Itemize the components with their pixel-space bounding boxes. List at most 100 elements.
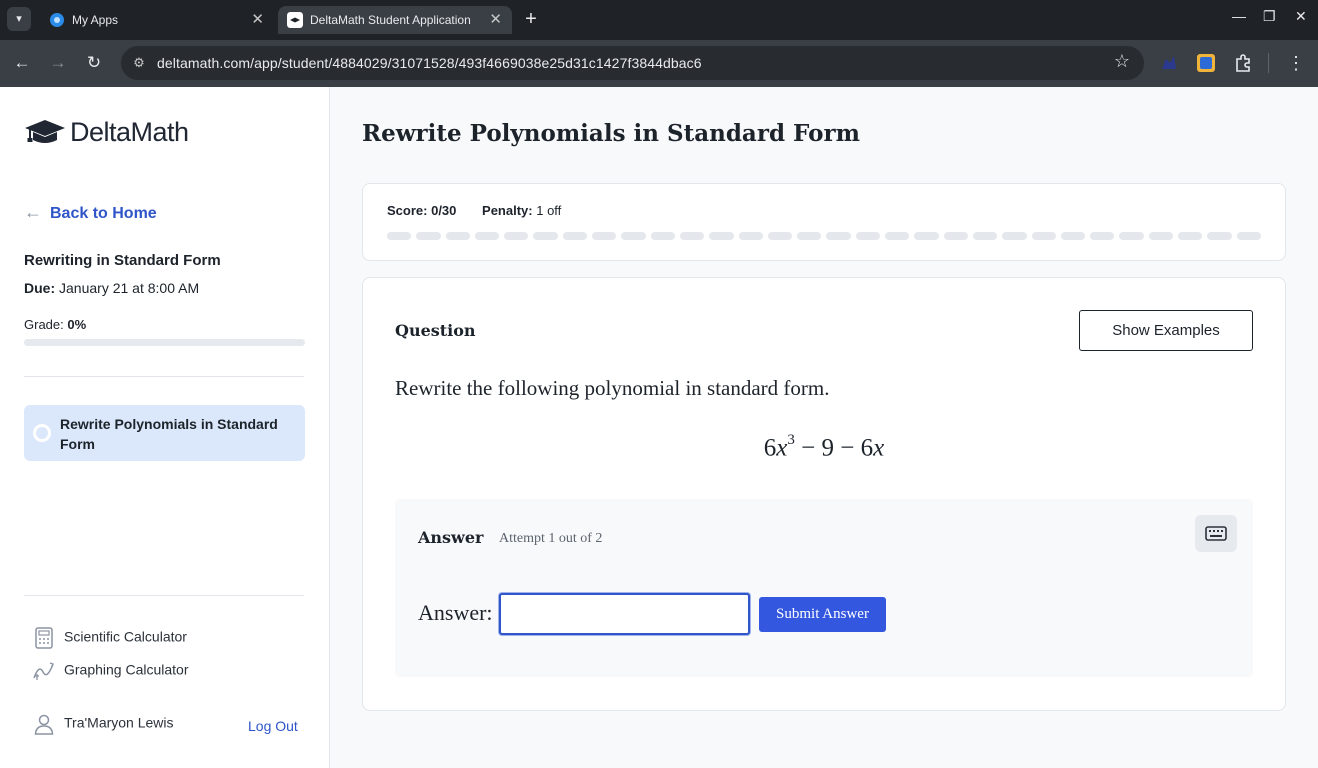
forward-icon[interactable]: →	[46, 51, 70, 75]
back-to-home-label: Back to Home	[50, 205, 157, 222]
penalty-value: 1 off	[536, 203, 562, 218]
score-segment	[474, 232, 500, 240]
back-to-home-link[interactable]: ← Back to Home	[24, 202, 157, 223]
restore-icon[interactable]: ❐	[1263, 8, 1276, 25]
sidebar-divider	[24, 376, 304, 377]
score-segment	[709, 232, 734, 240]
math-keyboard-button[interactable]	[1195, 515, 1237, 552]
deltamath-favicon	[287, 12, 303, 28]
score-segment	[1119, 232, 1144, 240]
logo-text: DeltaMath	[70, 117, 189, 147]
back-icon[interactable]: ←	[10, 51, 34, 75]
extension-profile-icon[interactable]	[1195, 52, 1217, 74]
score-segment	[592, 232, 617, 240]
submit-answer-button[interactable]: Submit Answer	[759, 597, 886, 632]
graduation-cap-icon	[25, 120, 65, 143]
score-progress-segments	[387, 232, 1261, 240]
toolbar-divider	[1268, 53, 1269, 73]
sidebar-item-rewrite-polynomials[interactable]: Rewrite Polynomials in Standard Form	[24, 405, 305, 461]
tab-title: My Apps	[72, 13, 119, 27]
new-tab-button[interactable]: +	[519, 7, 543, 31]
score-segment	[416, 232, 441, 240]
score-segment	[826, 232, 851, 240]
grade-value: 0%	[67, 317, 87, 332]
score-segment	[1002, 232, 1027, 240]
assignment-due-date: Due: January 21 at 8:00 AM	[24, 280, 199, 296]
due-value: January 21 at 8:00 AM	[59, 280, 200, 296]
score-segment	[738, 232, 763, 240]
answer-label: Answer:	[418, 600, 493, 625]
score-segment	[1178, 232, 1203, 240]
answer-heading: Answer	[418, 528, 484, 547]
close-icon[interactable]: ✕	[251, 10, 264, 28]
question-card: Question Show Examples Rewrite the follo…	[362, 277, 1286, 711]
due-label: Due:	[24, 280, 56, 296]
tab-deltamath[interactable]: DeltaMath Student Application ✕	[278, 6, 512, 34]
url-text[interactable]: deltamath.com/app/student/4884029/310715…	[157, 55, 702, 71]
question-prompt: Rewrite the following polynomial in stan…	[395, 376, 830, 400]
close-icon[interactable]: ✕	[489, 10, 502, 28]
attempt-counter: Attempt 1 out of 2	[499, 531, 603, 546]
math-variable: x	[873, 434, 885, 462]
browser-toolbar: ← → ↻ ⚙ deltamath.com/app/student/488402…	[0, 40, 1318, 87]
sidebar-divider	[24, 595, 304, 596]
score-label: Score:	[387, 203, 428, 218]
score-value: 0/30	[431, 203, 457, 218]
keyboard-icon	[1205, 526, 1227, 541]
score-segment	[621, 232, 646, 240]
minimize-icon[interactable]: —	[1232, 8, 1246, 24]
answer-input[interactable]	[499, 593, 750, 635]
address-bar[interactable]: ⚙ deltamath.com/app/student/4884029/3107…	[121, 46, 1144, 80]
grade-label: Grade:	[24, 317, 64, 332]
bookmark-star-icon[interactable]: ☆	[1114, 51, 1130, 72]
main-content: Rewrite Polynomials in Standard Form Sco…	[331, 87, 1318, 768]
progress-ring-icon	[33, 424, 51, 442]
score-segment	[885, 232, 910, 240]
score-segment	[650, 232, 675, 240]
calculator-icon	[35, 627, 53, 649]
browser-tab-bar: ▾ My Apps ✕ DeltaMath Student Applicatio…	[0, 0, 1318, 40]
score-segment	[1090, 232, 1115, 240]
score-segment	[387, 232, 412, 240]
tab-my-apps[interactable]: My Apps ✕	[40, 6, 274, 34]
score-segment	[767, 232, 793, 240]
tab-title: DeltaMath Student Application	[310, 13, 471, 27]
page-title: Rewrite Polynomials in Standard Form	[362, 120, 860, 147]
log-out-link[interactable]: Log Out	[248, 718, 298, 734]
math-variable: x	[776, 434, 788, 462]
scientific-calculator-label: Scientific Calculator	[64, 628, 187, 645]
score-summary: Score: 0/30 Penalty: 1 off	[387, 203, 561, 218]
browser-menu-icon[interactable]: ⋮	[1287, 51, 1305, 75]
graphing-calculator-link[interactable]: Graphing Calculator	[32, 660, 189, 682]
grade-text: Grade: 0%	[24, 317, 86, 332]
user-profile: Tra'Maryon Lewis	[32, 712, 174, 736]
tab-search-button[interactable]: ▾	[7, 7, 31, 31]
user-icon	[34, 714, 54, 735]
extension-puzzle-animal-icon[interactable]	[1158, 52, 1180, 74]
site-info-icon[interactable]: ⚙	[129, 53, 149, 73]
answer-panel: Answer Attempt 1 out of 2 Answer: Submit…	[395, 499, 1253, 677]
score-segment	[679, 232, 705, 240]
score-segment	[914, 232, 939, 240]
sidebar-item-label: Rewrite Polynomials in Standard Form	[60, 416, 278, 452]
arrow-left-icon: ←	[24, 202, 42, 222]
assignment-title: Rewriting in Standard Form	[24, 252, 221, 269]
score-segment	[533, 232, 558, 240]
penalty-label: Penalty:	[482, 203, 533, 218]
reload-icon[interactable]: ↻	[82, 51, 106, 75]
sidebar: DeltaMath ← Back to Home Rewriting in Sta…	[0, 87, 330, 768]
polynomial-expression: 6x3 − 9 − 6x	[363, 432, 1285, 462]
score-segment	[562, 232, 588, 240]
grade-progress-bar	[24, 339, 305, 346]
score-segment	[445, 232, 470, 240]
question-heading: Question	[395, 321, 476, 340]
window-close-icon[interactable]: ✕	[1295, 8, 1307, 25]
score-segment	[1236, 232, 1261, 240]
math-terms: − 9 − 6	[794, 434, 874, 462]
score-segment	[943, 232, 968, 240]
scientific-calculator-link[interactable]: Scientific Calculator	[32, 627, 187, 649]
score-segment	[1031, 232, 1056, 240]
show-examples-button[interactable]: Show Examples	[1079, 310, 1253, 351]
score-segment	[855, 232, 881, 240]
extensions-icon[interactable]	[1232, 52, 1254, 74]
